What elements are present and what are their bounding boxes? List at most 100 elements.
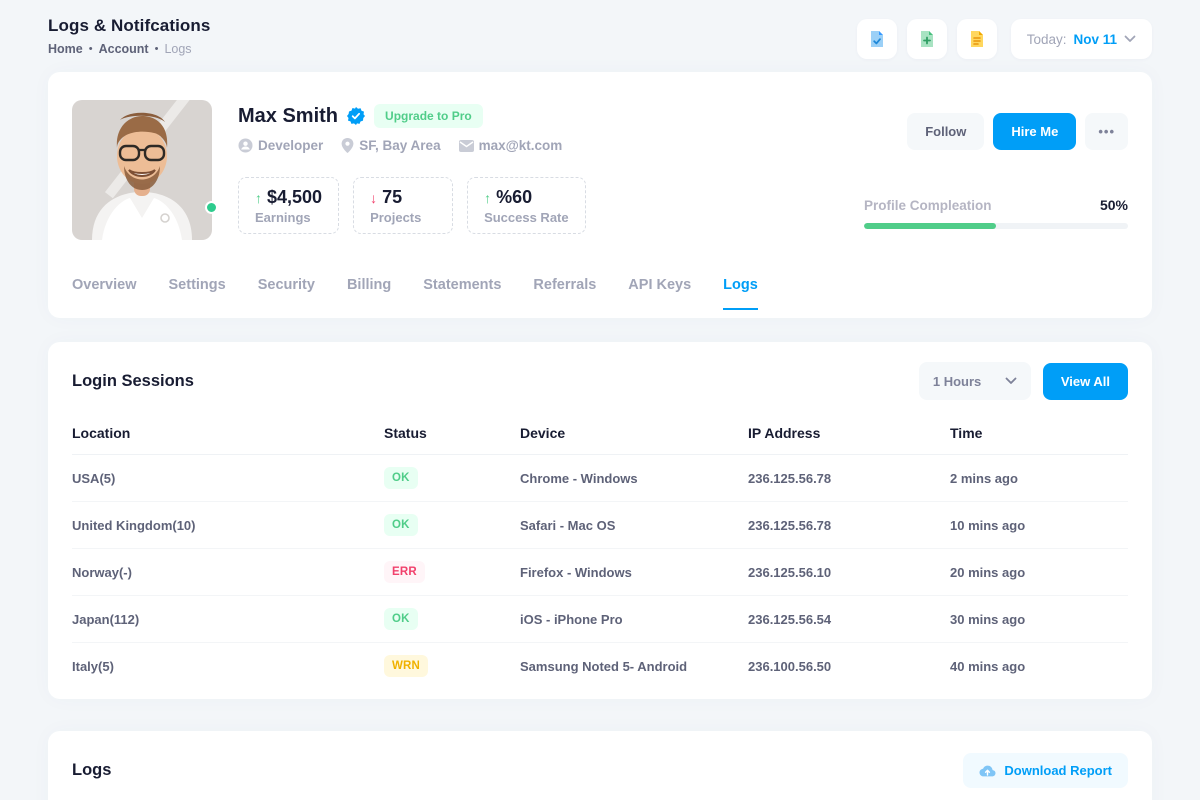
column-ip-address: IP Address [748, 410, 950, 455]
table-row[interactable]: Norway(-) ERR Firefox - Windows 236.125.… [72, 549, 1128, 596]
cell-location: USA(5) [72, 455, 384, 502]
top-header: Logs & Notifcations Home • Account • Log… [0, 0, 1200, 72]
stat-value: 75 [382, 187, 402, 208]
cell-ip: 236.125.56.54 [748, 596, 950, 643]
profile-name: Max Smith [238, 105, 338, 128]
cell-location: Norway(-) [72, 549, 384, 596]
stat-label: Earnings [255, 210, 322, 225]
cloud-upload-icon [979, 764, 996, 778]
cell-device: iOS - iPhone Pro [520, 596, 748, 643]
tab-billing[interactable]: Billing [347, 277, 391, 310]
tab-settings[interactable]: Settings [169, 277, 226, 310]
follow-button[interactable]: Follow [907, 113, 984, 150]
breadcrumb: Home • Account • Logs [48, 42, 210, 56]
hours-filter-select[interactable]: 1 Hours [919, 362, 1031, 400]
location-item: SF, Bay Area [341, 138, 440, 153]
progress-label: Profile Compleation [864, 198, 992, 213]
logs-card: Logs Download Report 500 ERR POST /v1/in… [48, 731, 1152, 800]
role-label: Developer [258, 138, 323, 153]
cell-device: Firefox - Windows [520, 549, 748, 596]
more-options-button[interactable]: ••• [1085, 113, 1128, 150]
hire-me-button[interactable]: Hire Me [993, 113, 1076, 150]
date-picker[interactable]: Today: Nov 11 [1011, 19, 1152, 59]
upgrade-to-pro-badge[interactable]: Upgrade to Pro [374, 104, 483, 128]
view-all-button[interactable]: View All [1043, 363, 1128, 400]
cell-location: United Kingdom(10) [72, 502, 384, 549]
status-badge: ERR [384, 561, 425, 583]
stat-success-rate: ↑ %60 Success Rate [467, 177, 586, 234]
table-row[interactable]: United Kingdom(10) OK Safari - Mac OS 23… [72, 502, 1128, 549]
topbar-actions: Today: Nov 11 [857, 16, 1152, 59]
role-item: Developer [238, 138, 323, 153]
breadcrumb-separator: • [155, 43, 159, 55]
table-header-row: Location Status Device IP Address Time [72, 410, 1128, 455]
online-status-dot [205, 201, 218, 214]
profile-completion: Profile Compleation 50% [864, 197, 1128, 229]
cell-device: Samsung Noted 5- Android [520, 643, 748, 690]
trend-up-icon: ↑ [255, 191, 262, 205]
tab-overview[interactable]: Overview [72, 277, 137, 310]
date-label: Today: [1027, 32, 1067, 47]
status-badge: OK [384, 608, 418, 630]
date-value: Nov 11 [1073, 32, 1117, 47]
profile-tabs: Overview Settings Security Billing State… [72, 277, 1128, 310]
tab-referrals[interactable]: Referrals [533, 277, 596, 310]
progress-fill [864, 223, 996, 229]
avatar [72, 100, 212, 240]
file-lines-button[interactable] [957, 19, 997, 59]
status-badge: OK [384, 514, 418, 536]
cell-time: 20 mins ago [950, 549, 1128, 596]
status-badge: WRN [384, 655, 428, 677]
table-row[interactable]: Italy(5) WRN Samsung Noted 5- Android 23… [72, 643, 1128, 690]
location-label: SF, Bay Area [359, 138, 440, 153]
file-lines-icon [966, 28, 988, 50]
sessions-controls: 1 Hours View All [919, 362, 1128, 400]
tab-statements[interactable]: Statements [423, 277, 501, 310]
table-row[interactable]: Japan(112) OK iOS - iPhone Pro 236.125.5… [72, 596, 1128, 643]
avatar-photo [72, 100, 212, 240]
trend-up-icon: ↑ [484, 191, 491, 205]
chevron-down-icon [1005, 377, 1017, 385]
tab-api-keys[interactable]: API Keys [628, 277, 691, 310]
envelope-icon [459, 140, 474, 152]
status-badge: OK [384, 467, 418, 489]
profile-actions: Follow Hire Me ••• [907, 113, 1128, 150]
stat-value: $4,500 [267, 187, 322, 208]
stat-label: Success Rate [484, 210, 569, 225]
cell-time: 30 mins ago [950, 596, 1128, 643]
breadcrumb-separator: • [89, 43, 93, 55]
stat-projects: ↓ 75 Projects [353, 177, 453, 234]
column-location: Location [72, 410, 384, 455]
download-report-button[interactable]: Download Report [963, 753, 1128, 788]
stat-earnings: ↑ $4,500 Earnings [238, 177, 339, 234]
file-plus-button[interactable] [907, 19, 947, 59]
login-sessions-card: Login Sessions 1 Hours View All Location… [48, 342, 1152, 699]
breadcrumb-logs: Logs [164, 42, 191, 56]
cell-time: 10 mins ago [950, 502, 1128, 549]
cell-ip: 236.125.56.78 [748, 455, 950, 502]
stat-label: Projects [370, 210, 436, 225]
map-pin-icon [341, 138, 354, 153]
table-row[interactable]: USA(5) OK Chrome - Windows 236.125.56.78… [72, 455, 1128, 502]
verified-badge-icon [347, 107, 365, 125]
progress-bar [864, 223, 1128, 229]
sessions-header: Login Sessions 1 Hours View All [72, 362, 1128, 400]
breadcrumb-account[interactable]: Account [99, 42, 149, 56]
file-check-button[interactable] [857, 19, 897, 59]
breadcrumb-home[interactable]: Home [48, 42, 83, 56]
profile-card: Max Smith Upgrade to Pro Developer [48, 72, 1152, 318]
page-title: Logs & Notifcations [48, 16, 210, 36]
cell-device: Chrome - Windows [520, 455, 748, 502]
sessions-title: Login Sessions [72, 372, 194, 391]
person-icon [238, 138, 253, 153]
chevron-down-icon [1124, 35, 1136, 43]
cell-ip: 236.125.56.10 [748, 549, 950, 596]
cell-device: Safari - Mac OS [520, 502, 748, 549]
header-left: Logs & Notifcations Home • Account • Log… [48, 16, 210, 56]
file-check-icon [866, 28, 888, 50]
progress-percent: 50% [1100, 197, 1128, 213]
logs-header: Logs Download Report [72, 753, 1128, 788]
tab-logs[interactable]: Logs [723, 277, 758, 310]
tab-security[interactable]: Security [258, 277, 315, 310]
file-plus-icon [916, 28, 938, 50]
